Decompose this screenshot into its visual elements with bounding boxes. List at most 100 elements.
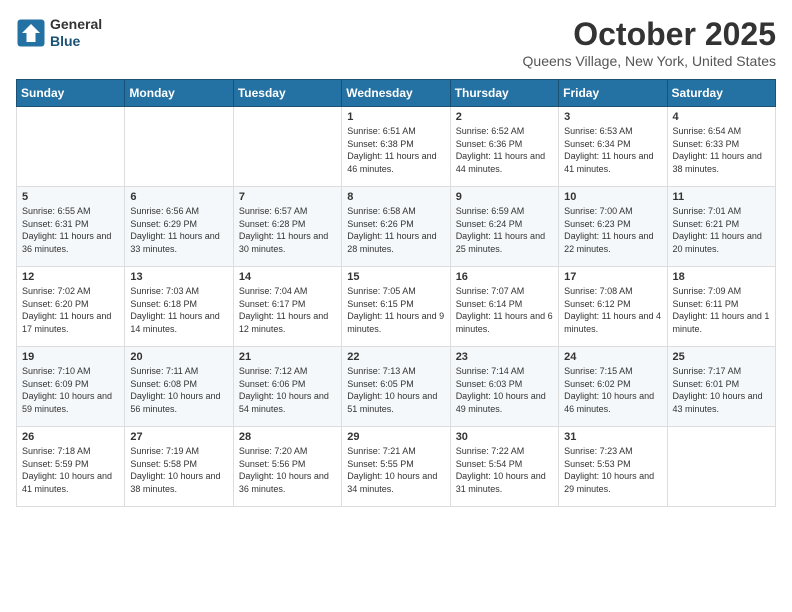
cell-content: Sunrise: 7:08 AMSunset: 6:12 PMDaylight:…	[564, 285, 661, 335]
calendar-cell	[667, 427, 775, 507]
calendar-cell: 19 Sunrise: 7:10 AMSunset: 6:09 PMDayligh…	[17, 347, 125, 427]
day-number: 21	[239, 351, 336, 363]
calendar-cell: 28Sunrise: 7:20 AMSunset: 5:56 PMDayligh…	[233, 427, 341, 507]
calendar-cell	[125, 107, 233, 187]
day-number: 26	[22, 431, 119, 443]
cell-content: Sunrise: 7:14 AMSunset: 6:03 PMDaylight:…	[456, 365, 553, 415]
logo-general-text: General	[50, 16, 102, 33]
day-number: 10	[564, 191, 661, 203]
weekday-header-thursday: Thursday	[450, 80, 558, 107]
calendar-cell: 3 Sunrise: 6:53 AMSunset: 6:34 PMDaylight…	[559, 107, 667, 187]
day-number: 2	[456, 111, 553, 123]
cell-content: Sunrise: 7:01 AMSunset: 6:21 PMDaylight:…	[673, 205, 770, 255]
calendar-cell: 12Sunrise: 7:02 AMSunset: 6:20 PMDayligh…	[17, 267, 125, 347]
calendar-cell: 27 Sunrise: 7:19 AMSunset: 5:58 PMDayligh…	[125, 427, 233, 507]
day-number: 18	[673, 271, 770, 283]
cell-content: Sunrise: 7:09 AMSunset: 6:11 PMDaylight:…	[673, 285, 770, 335]
cell-content: Sunrise: 6:55 AMSunset: 6:31 PMDaylight:…	[22, 205, 119, 255]
cell-content: Sunrise: 7:13 AMSunset: 6:05 PMDaylight:…	[347, 365, 444, 415]
cell-content: Sunrise: 7:05 AMSunset: 6:15 PMDaylight:…	[347, 285, 444, 335]
cell-content: Sunrise: 6:56 AMSunset: 6:29 PMDaylight:…	[130, 205, 227, 255]
calendar-cell	[233, 107, 341, 187]
weekday-header-sunday: Sunday	[17, 80, 125, 107]
calendar-cell: 23 Sunrise: 7:14 AMSunset: 6:03 PMDayligh…	[450, 347, 558, 427]
calendar-week-3: 12Sunrise: 7:02 AMSunset: 6:20 PMDayligh…	[17, 267, 776, 347]
calendar-cell: 25 Sunrise: 7:17 AMSunset: 6:01 PMDayligh…	[667, 347, 775, 427]
calendar-cell: 16Sunrise: 7:07 AMSunset: 6:14 PMDayligh…	[450, 267, 558, 347]
calendar-week-4: 19 Sunrise: 7:10 AMSunset: 6:09 PMDayligh…	[17, 347, 776, 427]
cell-content: Sunrise: 6:51 AMSunset: 6:38 PMDaylight:…	[347, 125, 444, 175]
month-title: October 2025	[523, 16, 776, 53]
calendar-cell: 5 Sunrise: 6:55 AMSunset: 6:31 PMDaylight…	[17, 187, 125, 267]
weekday-header-row: SundayMondayTuesdayWednesdayThursdayFrid…	[17, 80, 776, 107]
calendar-cell: 4Sunrise: 6:54 AMSunset: 6:33 PMDaylight…	[667, 107, 775, 187]
day-number: 7	[239, 191, 336, 203]
location-subtitle: Queens Village, New York, United States	[523, 53, 776, 69]
cell-content: Sunrise: 7:18 AMSunset: 5:59 PMDaylight:…	[22, 445, 119, 495]
cell-content: Sunrise: 7:23 AMSunset: 5:53 PMDaylight:…	[564, 445, 661, 495]
day-number: 25	[673, 351, 770, 363]
calendar-week-5: 26 Sunrise: 7:18 AMSunset: 5:59 PMDayligh…	[17, 427, 776, 507]
calendar-cell: 20 Sunrise: 7:11 AMSunset: 6:08 PMDayligh…	[125, 347, 233, 427]
calendar-cell: 24Sunrise: 7:15 AMSunset: 6:02 PMDayligh…	[559, 347, 667, 427]
cell-content: Sunrise: 7:00 AMSunset: 6:23 PMDaylight:…	[564, 205, 661, 255]
calendar-cell	[17, 107, 125, 187]
calendar-cell: 14Sunrise: 7:04 AMSunset: 6:17 PMDayligh…	[233, 267, 341, 347]
day-number: 11	[673, 191, 770, 203]
logo-text: General Blue	[50, 16, 102, 50]
calendar-cell: 13Sunrise: 7:03 AMSunset: 6:18 PMDayligh…	[125, 267, 233, 347]
calendar-cell: 1Sunrise: 6:51 AMSunset: 6:38 PMDaylight…	[342, 107, 450, 187]
day-number: 15	[347, 271, 444, 283]
day-number: 9	[456, 191, 553, 203]
cell-content: Sunrise: 7:21 AMSunset: 5:55 PMDaylight:…	[347, 445, 444, 495]
calendar-cell: 2 Sunrise: 6:52 AMSunset: 6:36 PMDaylight…	[450, 107, 558, 187]
day-number: 16	[456, 271, 553, 283]
calendar-cell: 31 Sunrise: 7:23 AMSunset: 5:53 PMDayligh…	[559, 427, 667, 507]
cell-content: Sunrise: 7:10 AMSunset: 6:09 PMDaylight:…	[22, 365, 119, 415]
weekday-header-wednesday: Wednesday	[342, 80, 450, 107]
day-number: 17	[564, 271, 661, 283]
cell-content: Sunrise: 6:58 AMSunset: 6:26 PMDaylight:…	[347, 205, 444, 255]
cell-content: Sunrise: 7:17 AMSunset: 6:01 PMDaylight:…	[673, 365, 770, 415]
day-number: 3	[564, 111, 661, 123]
day-number: 5	[22, 191, 119, 203]
day-number: 14	[239, 271, 336, 283]
day-number: 8	[347, 191, 444, 203]
calendar-cell: 9 Sunrise: 6:59 AMSunset: 6:24 PMDaylight…	[450, 187, 558, 267]
cell-content: Sunrise: 6:59 AMSunset: 6:24 PMDaylight:…	[456, 205, 553, 255]
calendar-cell: 30Sunrise: 7:22 AMSunset: 5:54 PMDayligh…	[450, 427, 558, 507]
weekday-header-tuesday: Tuesday	[233, 80, 341, 107]
day-number: 19	[22, 351, 119, 363]
day-number: 31	[564, 431, 661, 443]
cell-content: Sunrise: 7:22 AMSunset: 5:54 PMDaylight:…	[456, 445, 553, 495]
day-number: 27	[130, 431, 227, 443]
calendar-cell: 15 Sunrise: 7:05 AMSunset: 6:15 PMDayligh…	[342, 267, 450, 347]
day-number: 22	[347, 351, 444, 363]
logo-icon	[16, 18, 46, 48]
calendar-week-1: 1Sunrise: 6:51 AMSunset: 6:38 PMDaylight…	[17, 107, 776, 187]
cell-content: Sunrise: 6:53 AMSunset: 6:34 PMDaylight:…	[564, 125, 661, 175]
cell-content: Sunrise: 7:11 AMSunset: 6:08 PMDaylight:…	[130, 365, 227, 415]
calendar-cell: 8 Sunrise: 6:58 AMSunset: 6:26 PMDaylight…	[342, 187, 450, 267]
cell-content: Sunrise: 7:03 AMSunset: 6:18 PMDaylight:…	[130, 285, 227, 335]
day-number: 6	[130, 191, 227, 203]
calendar-week-2: 5 Sunrise: 6:55 AMSunset: 6:31 PMDaylight…	[17, 187, 776, 267]
calendar-cell: 21Sunrise: 7:12 AMSunset: 6:06 PMDayligh…	[233, 347, 341, 427]
cell-content: Sunrise: 7:19 AMSunset: 5:58 PMDaylight:…	[130, 445, 227, 495]
title-block: October 2025 Queens Village, New York, U…	[523, 16, 776, 69]
calendar-cell: 7Sunrise: 6:57 AMSunset: 6:28 PMDaylight…	[233, 187, 341, 267]
weekday-header-saturday: Saturday	[667, 80, 775, 107]
logo: General Blue	[16, 16, 102, 50]
calendar-cell: 18 Sunrise: 7:09 AMSunset: 6:11 PMDayligh…	[667, 267, 775, 347]
calendar-cell: 22 Sunrise: 7:13 AMSunset: 6:05 PMDayligh…	[342, 347, 450, 427]
day-number: 23	[456, 351, 553, 363]
page-header: General Blue October 2025 Queens Village…	[16, 16, 776, 69]
day-number: 4	[673, 111, 770, 123]
day-number: 24	[564, 351, 661, 363]
cell-content: Sunrise: 7:20 AMSunset: 5:56 PMDaylight:…	[239, 445, 336, 495]
cell-content: Sunrise: 6:52 AMSunset: 6:36 PMDaylight:…	[456, 125, 553, 175]
calendar-cell: 29 Sunrise: 7:21 AMSunset: 5:55 PMDayligh…	[342, 427, 450, 507]
day-number: 20	[130, 351, 227, 363]
day-number: 29	[347, 431, 444, 443]
calendar-cell: 26 Sunrise: 7:18 AMSunset: 5:59 PMDayligh…	[17, 427, 125, 507]
